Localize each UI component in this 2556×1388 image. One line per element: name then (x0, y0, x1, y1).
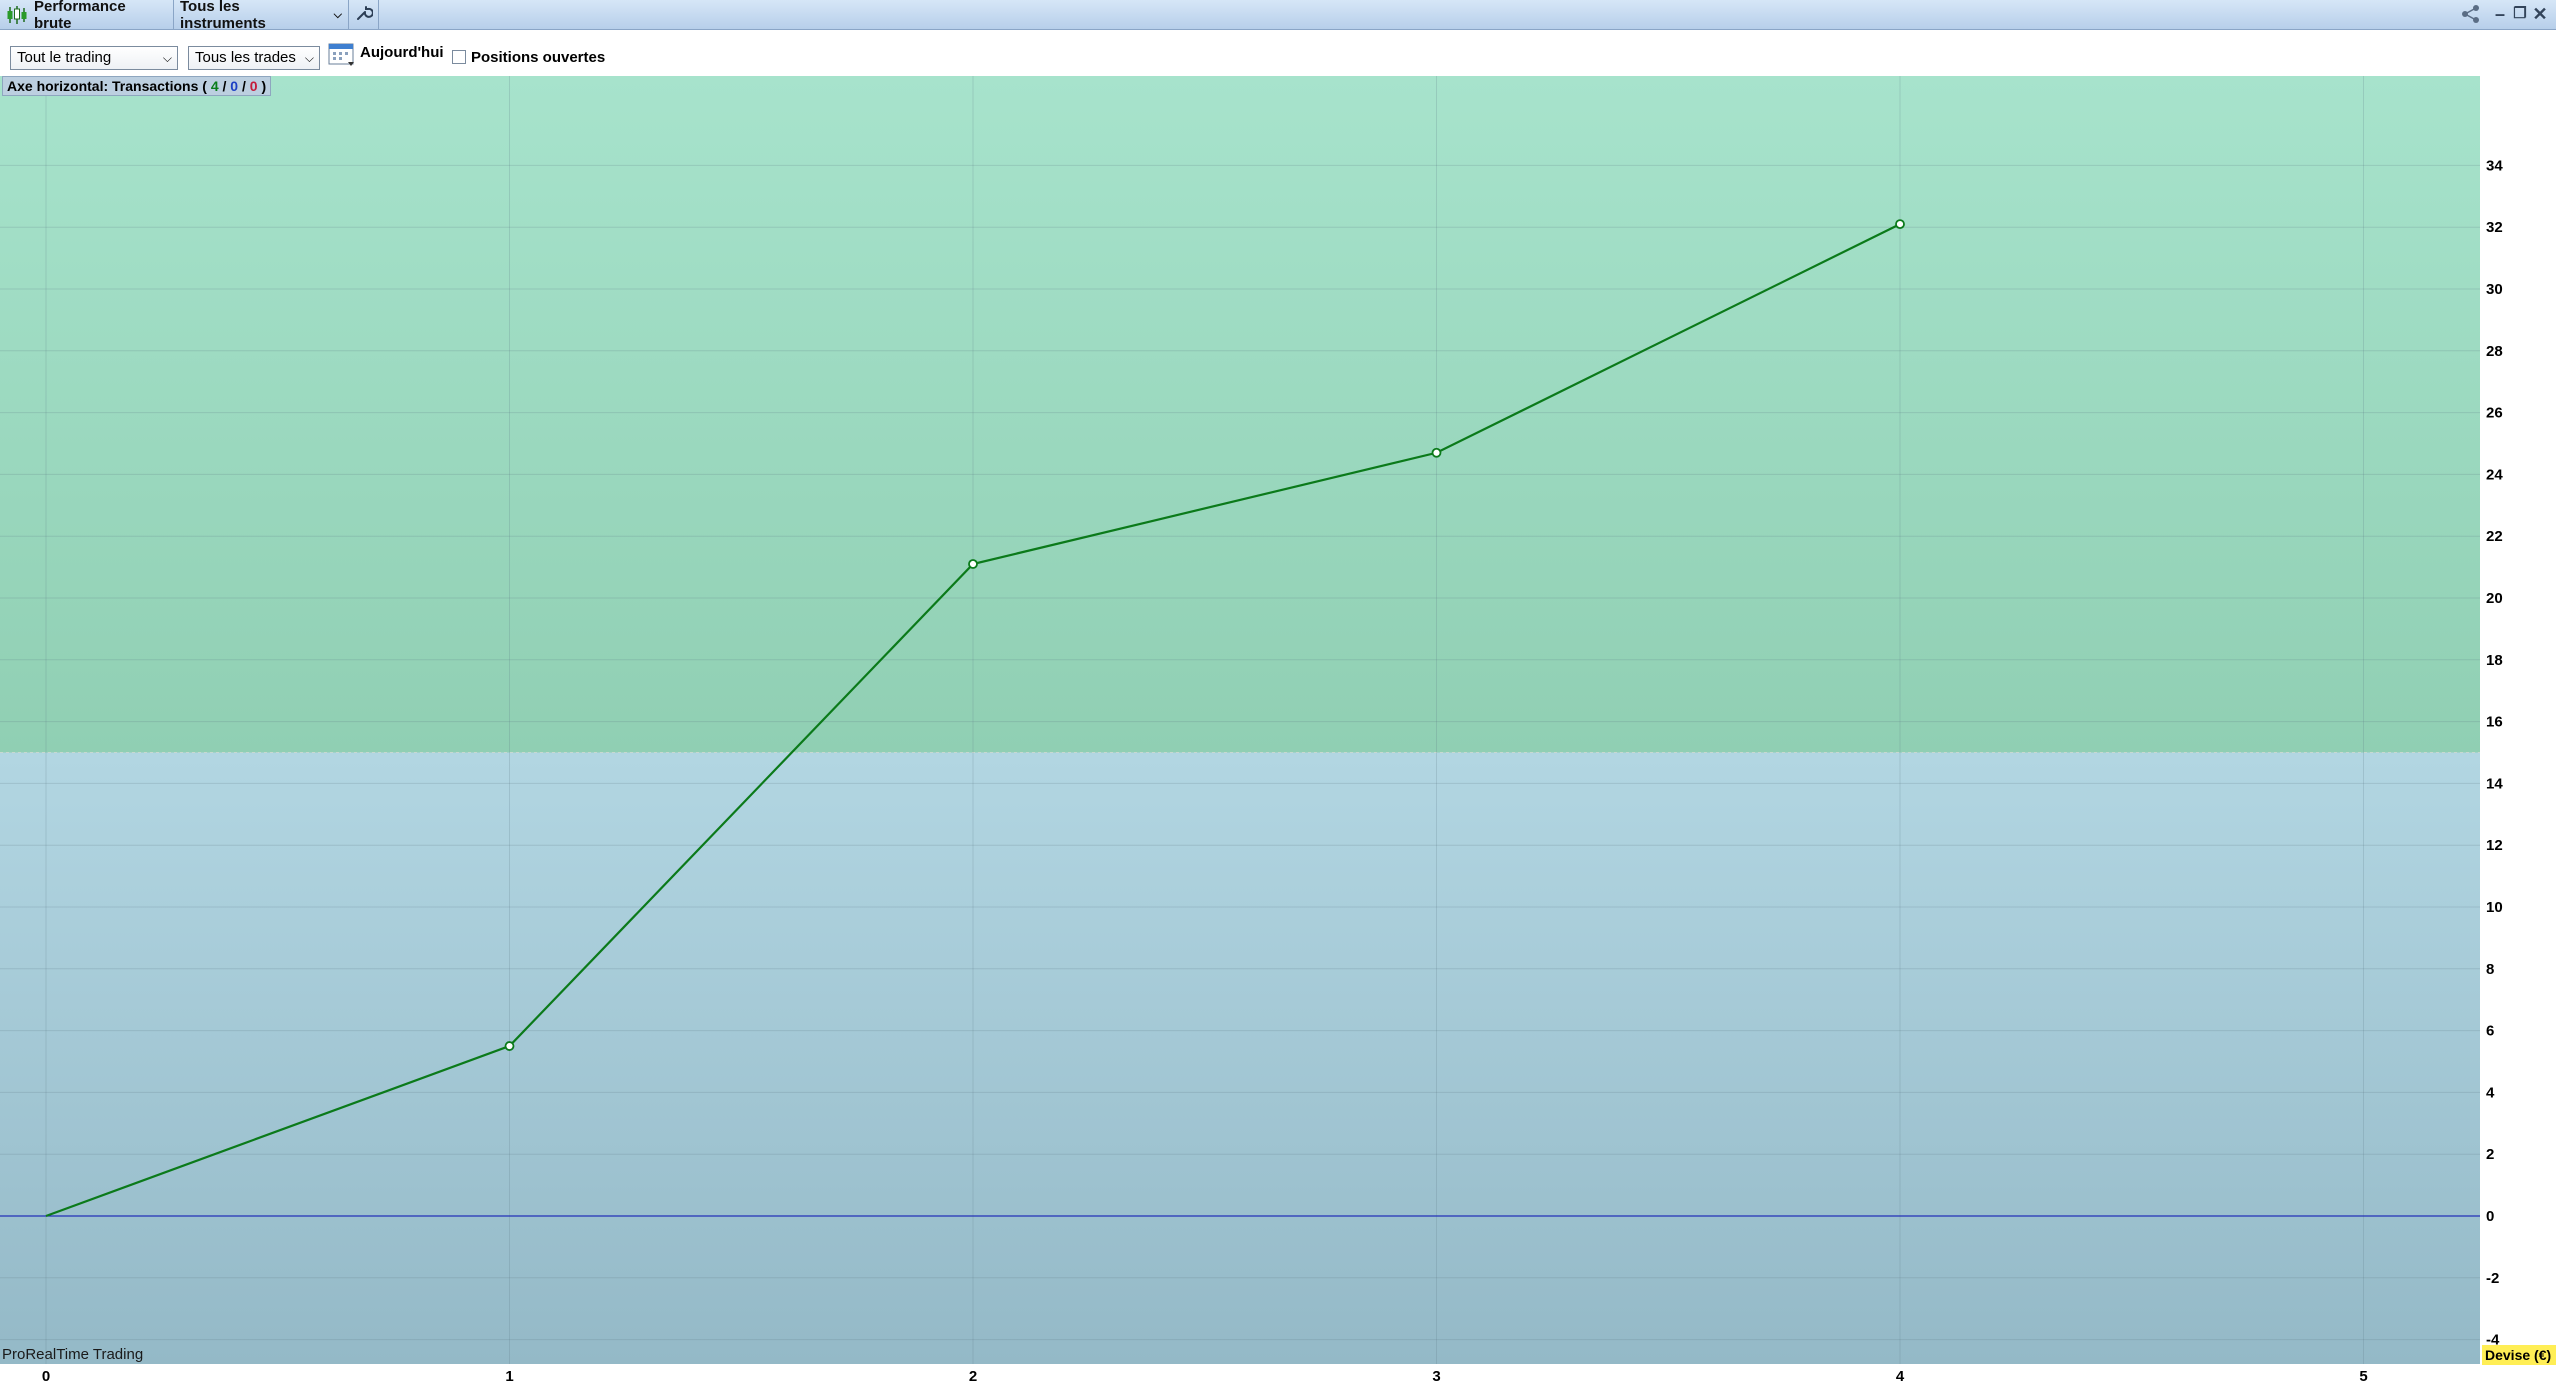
axis-info-label: Axe horizontal: Transactions ( (7, 78, 207, 94)
y-tick-label: 34 (2486, 157, 2503, 174)
open-positions-label[interactable]: Positions ouvertes (471, 49, 605, 66)
x-axis-area (0, 1364, 2556, 1388)
share-icon[interactable] (2460, 4, 2480, 24)
date-label[interactable]: Aujourd'hui (360, 44, 444, 61)
trades-select-value: Tous les trades (195, 49, 296, 66)
instruments-dropdown[interactable]: Tous les instruments ⌵ (174, 0, 349, 32)
equity-chart[interactable]: -4-20246810121416182022242628303234 0123… (0, 76, 2556, 1388)
positive-zone (0, 76, 2480, 753)
y-tick-label: 20 (2486, 590, 2503, 607)
x-tick-label: 3 (1432, 1368, 1440, 1385)
y-tick-label: 32 (2486, 219, 2503, 236)
wrench-button[interactable] (349, 0, 379, 30)
axis-info-badge: Axe horizontal: Transactions ( 4 / 0 / 0… (2, 76, 272, 96)
y-tick-label: 18 (2486, 652, 2503, 669)
x-tick-label: 2 (969, 1368, 977, 1385)
y-tick-label: 22 (2486, 528, 2503, 545)
window-title: Performance brute (34, 0, 126, 32)
y-axis-area (2480, 76, 2556, 1388)
candlestick-chart-icon (6, 5, 28, 25)
y-tick-label: 28 (2486, 343, 2503, 360)
y-tick-label: 8 (2486, 961, 2494, 978)
data-point (968, 559, 978, 569)
y-tick-label: 6 (2486, 1023, 2494, 1040)
trades-select[interactable]: Tous les trades ⌵ (188, 46, 320, 70)
y-tick-label: 14 (2486, 775, 2503, 792)
close-icon[interactable]: ✕ (2530, 4, 2550, 24)
data-point (504, 1041, 515, 1051)
currency-badge: Devise (€) (2482, 1345, 2556, 1365)
y-tick-label: 16 (2486, 714, 2503, 731)
y-tick-label: 2 (2486, 1146, 2494, 1163)
y-tick-label: -2 (2486, 1270, 2499, 1287)
y-tick-label: 26 (2486, 405, 2503, 422)
title-bar: Performance brute Tous les instruments ⌵… (0, 0, 2556, 32)
y-tick-label: 0 (2486, 1208, 2494, 1225)
y-tick-label: 4 (2486, 1084, 2495, 1101)
y-tick-label: 10 (2486, 899, 2503, 916)
minimize-icon[interactable]: – (2490, 4, 2510, 24)
y-tick-label: 24 (2486, 466, 2503, 483)
trading-select-value: Tout le trading (17, 49, 112, 66)
data-point (1431, 447, 1442, 458)
y-tick-label: 30 (2486, 281, 2503, 298)
chevron-down-icon: ⌵ (304, 51, 314, 65)
separator: / (241, 78, 246, 94)
calendar-icon (328, 43, 356, 74)
x-tick-label: 1 (505, 1368, 513, 1385)
calendar-button[interactable] (328, 42, 356, 70)
currency-label: Devise (€) (2485, 1347, 2552, 1363)
x-tick-label: 5 (2359, 1368, 2367, 1385)
y-tick-label: 12 (2486, 837, 2503, 854)
title-cell[interactable]: Performance brute (0, 0, 174, 32)
negative-zone (0, 752, 2480, 1364)
wrench-icon (355, 4, 374, 26)
trading-select[interactable]: Tout le trading ⌵ (10, 46, 178, 70)
x-tick-label: 4 (1896, 1368, 1905, 1385)
restore-icon[interactable]: ❐ (2510, 4, 2530, 24)
losing-trades-count: 0 (249, 78, 258, 94)
x-tick-label: 0 (42, 1368, 50, 1385)
separator: / (222, 78, 227, 94)
chevron-down-icon: ⌵ (333, 8, 342, 21)
instruments-label: Tous les instruments (180, 0, 266, 32)
filter-toolbar: Tout le trading ⌵ Tous les trades ⌵ Aujo… (0, 30, 2556, 76)
open-positions-checkbox[interactable] (452, 50, 466, 64)
close-paren: ) (261, 78, 267, 94)
chevron-down-icon: ⌵ (162, 51, 172, 65)
neutral-trades-count: 0 (230, 78, 239, 94)
total-trades-count: 4 (210, 78, 219, 94)
brand-watermark: ProRealTime Trading (2, 1346, 144, 1363)
data-point (1895, 219, 1905, 230)
